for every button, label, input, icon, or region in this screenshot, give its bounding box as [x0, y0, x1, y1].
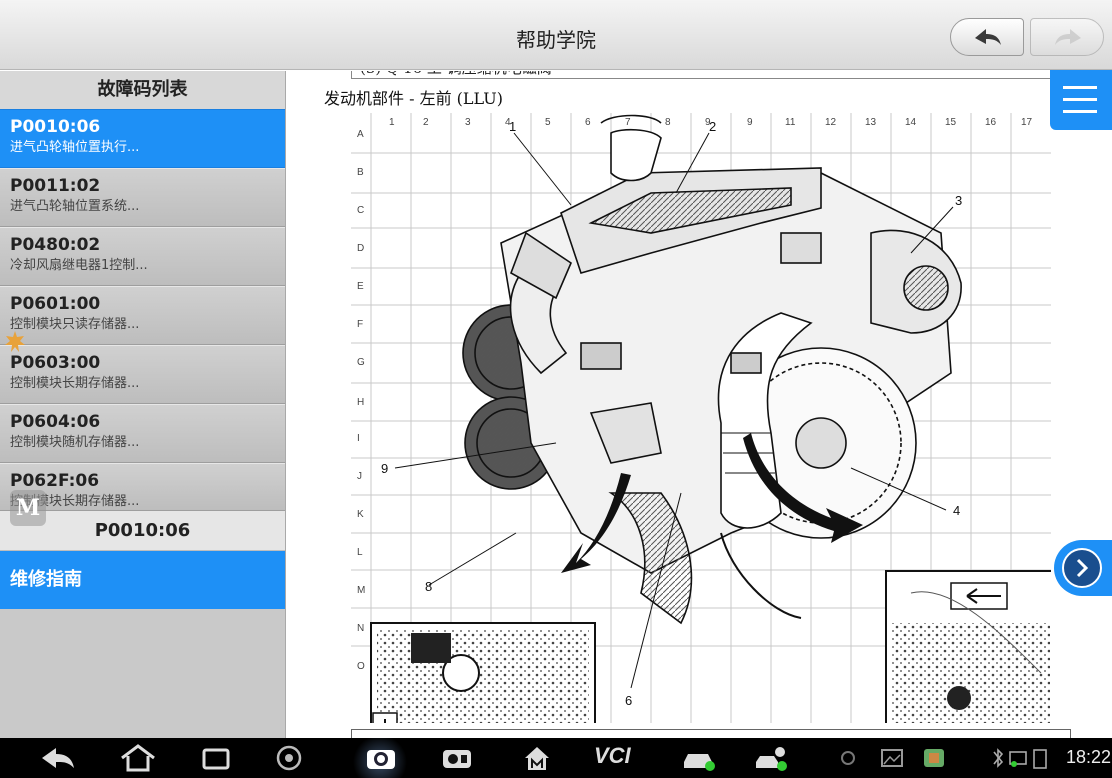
next-page-button[interactable] — [1054, 540, 1112, 596]
menu-list-icon-bar — [1063, 110, 1097, 113]
browser-icon[interactable] — [274, 744, 304, 772]
callout-label: 1 — [509, 119, 516, 134]
row-label: L — [357, 547, 363, 558]
menu-list-button[interactable] — [1050, 70, 1112, 130]
col-label: 2 — [423, 117, 429, 128]
status-settings-icon — [841, 751, 855, 765]
dtc-item[interactable]: P0010:06 进气凸轮轴位置执行... — [0, 109, 285, 168]
row-label: K — [357, 509, 364, 520]
home-m-icon[interactable] — [522, 744, 552, 772]
row-label: N — [357, 623, 364, 634]
col-label: 11 — [785, 117, 796, 128]
next-section-box — [351, 729, 1071, 738]
engine-diagram: 1 2 3 4 5 6 7 8 9 9 11 12 13 14 15 16 17… — [351, 113, 1051, 723]
col-label: 13 — [865, 117, 877, 128]
dtc-desc: 控制模块只读存储器... — [10, 317, 140, 332]
clock: 18:22 — [1066, 747, 1112, 767]
row-label: C — [357, 205, 364, 216]
dtc-item[interactable]: P0480:02 冷却风扇继电器1控制... — [0, 227, 285, 286]
floating-m-badge[interactable]: M — [10, 490, 46, 526]
row-label: M — [357, 585, 365, 596]
display-settings-icon[interactable] — [440, 744, 474, 772]
android-back-icon[interactable] — [38, 744, 78, 772]
dtc-list-heading: 故障码列表 — [0, 71, 285, 109]
dtc-item[interactable]: P0601:00 控制模块只读存储器... — [0, 286, 285, 345]
row-label: J — [357, 471, 362, 482]
dtc-item[interactable]: P0604:06 控制模块随机存储器... — [0, 404, 285, 463]
manual-content: (3) Q 16 工 调压缩机电磁阀 发动机部件 - 左前 (LLU) — [287, 71, 1112, 738]
dtc-desc: 冷却风扇继电器1控制... — [10, 258, 148, 273]
vehicle-connect-icon[interactable] — [680, 744, 720, 772]
row-label: G — [357, 357, 365, 368]
clipped-text-line: (3) Q 16 工 调压缩机电磁阀 — [351, 71, 1067, 79]
menu-list-icon-bar — [1063, 98, 1097, 101]
callout-label: 9 — [381, 461, 388, 476]
detail-inset-left — [370, 622, 596, 723]
col-label: 6 — [585, 117, 591, 128]
callout-label: 3 — [955, 193, 962, 208]
figure-title: 发动机部件 - 左前 (LLU) — [324, 89, 504, 108]
status-tray-icons — [993, 748, 1047, 769]
col-label: 15 — [945, 117, 957, 128]
page-title: 帮助学院 — [516, 28, 596, 52]
forward-arrow-icon — [1055, 29, 1081, 45]
dtc-code: P0010:06 — [10, 117, 101, 137]
col-label: 12 — [825, 117, 837, 128]
back-arrow-icon — [975, 29, 1001, 45]
system-nav-bar: VCI 18:22 — [0, 738, 1112, 778]
dtc-desc: 控制模块长期存储器... — [10, 376, 140, 391]
repair-guide-tab[interactable]: 维修指南 — [0, 551, 285, 609]
callout-label: 4 — [953, 503, 960, 518]
title-bar: 帮助学院 — [0, 0, 1112, 70]
vci-icon[interactable]: VCI — [594, 743, 631, 769]
dtc-desc: 进气凸轮轴位置系统... — [10, 199, 140, 214]
row-label: F — [357, 319, 363, 330]
col-label: 8 — [665, 117, 671, 128]
dtc-desc: 控制模块随机存储器... — [10, 435, 140, 450]
col-label: 7 — [625, 117, 631, 128]
dtc-sidebar: 故障码列表 P0010:06 进气凸轮轴位置执行... P0011:02 进气凸… — [0, 71, 286, 738]
row-label: A — [357, 129, 364, 140]
android-recent-apps-icon[interactable] — [196, 744, 236, 772]
col-label: 14 — [905, 117, 917, 128]
dtc-desc: 进气凸轮轴位置执行... — [10, 140, 140, 155]
row-label: B — [357, 167, 364, 178]
row-label: O — [357, 661, 365, 672]
dtc-code: P0603:00 — [10, 353, 101, 373]
android-home-icon[interactable] — [118, 744, 158, 772]
gallery-notification-icon — [881, 749, 903, 767]
dtc-desc: 控制模块长期存储器... — [10, 494, 140, 509]
dtc-code: P0604:06 — [10, 412, 101, 432]
row-label: E — [357, 281, 364, 292]
col-label: 9 — [747, 117, 753, 128]
row-label: I — [357, 433, 360, 444]
dtc-item[interactable]: P0603:00 控制模块长期存储器... — [0, 345, 285, 404]
callout-label: 6 — [625, 693, 632, 708]
grid-row-labels: A B C D E F G H I J K L M N O — [357, 129, 365, 672]
dtc-code: P0601:00 — [10, 294, 101, 314]
leaf-icon — [5, 331, 25, 352]
remote-service-icon[interactable] — [752, 744, 792, 772]
row-label: H — [357, 397, 364, 408]
forward-button[interactable] — [1030, 18, 1104, 56]
detail-inset-right — [885, 570, 1051, 723]
dtc-code: P062F:06 — [10, 471, 100, 491]
engine-illustration — [462, 114, 962, 625]
menu-list-icon — [1063, 86, 1097, 89]
col-label: 5 — [545, 117, 551, 128]
col-label: 16 — [985, 117, 997, 128]
dtc-code: P0011:02 — [10, 176, 101, 196]
col-label: 3 — [465, 117, 471, 128]
camera-icon[interactable] — [364, 744, 398, 772]
dtc-code: P0480:02 — [10, 235, 101, 255]
callout-label: 8 — [425, 579, 432, 594]
dtc-item[interactable]: P0011:02 进气凸轮轴位置系统... — [0, 168, 285, 227]
row-label: D — [357, 243, 364, 254]
col-label: 1 — [389, 117, 395, 128]
app-notification-icon — [924, 749, 944, 767]
back-button[interactable] — [950, 18, 1024, 56]
col-label: 17 — [1021, 117, 1033, 128]
chevron-right-icon — [1062, 548, 1102, 588]
callout-label: 2 — [709, 119, 716, 134]
